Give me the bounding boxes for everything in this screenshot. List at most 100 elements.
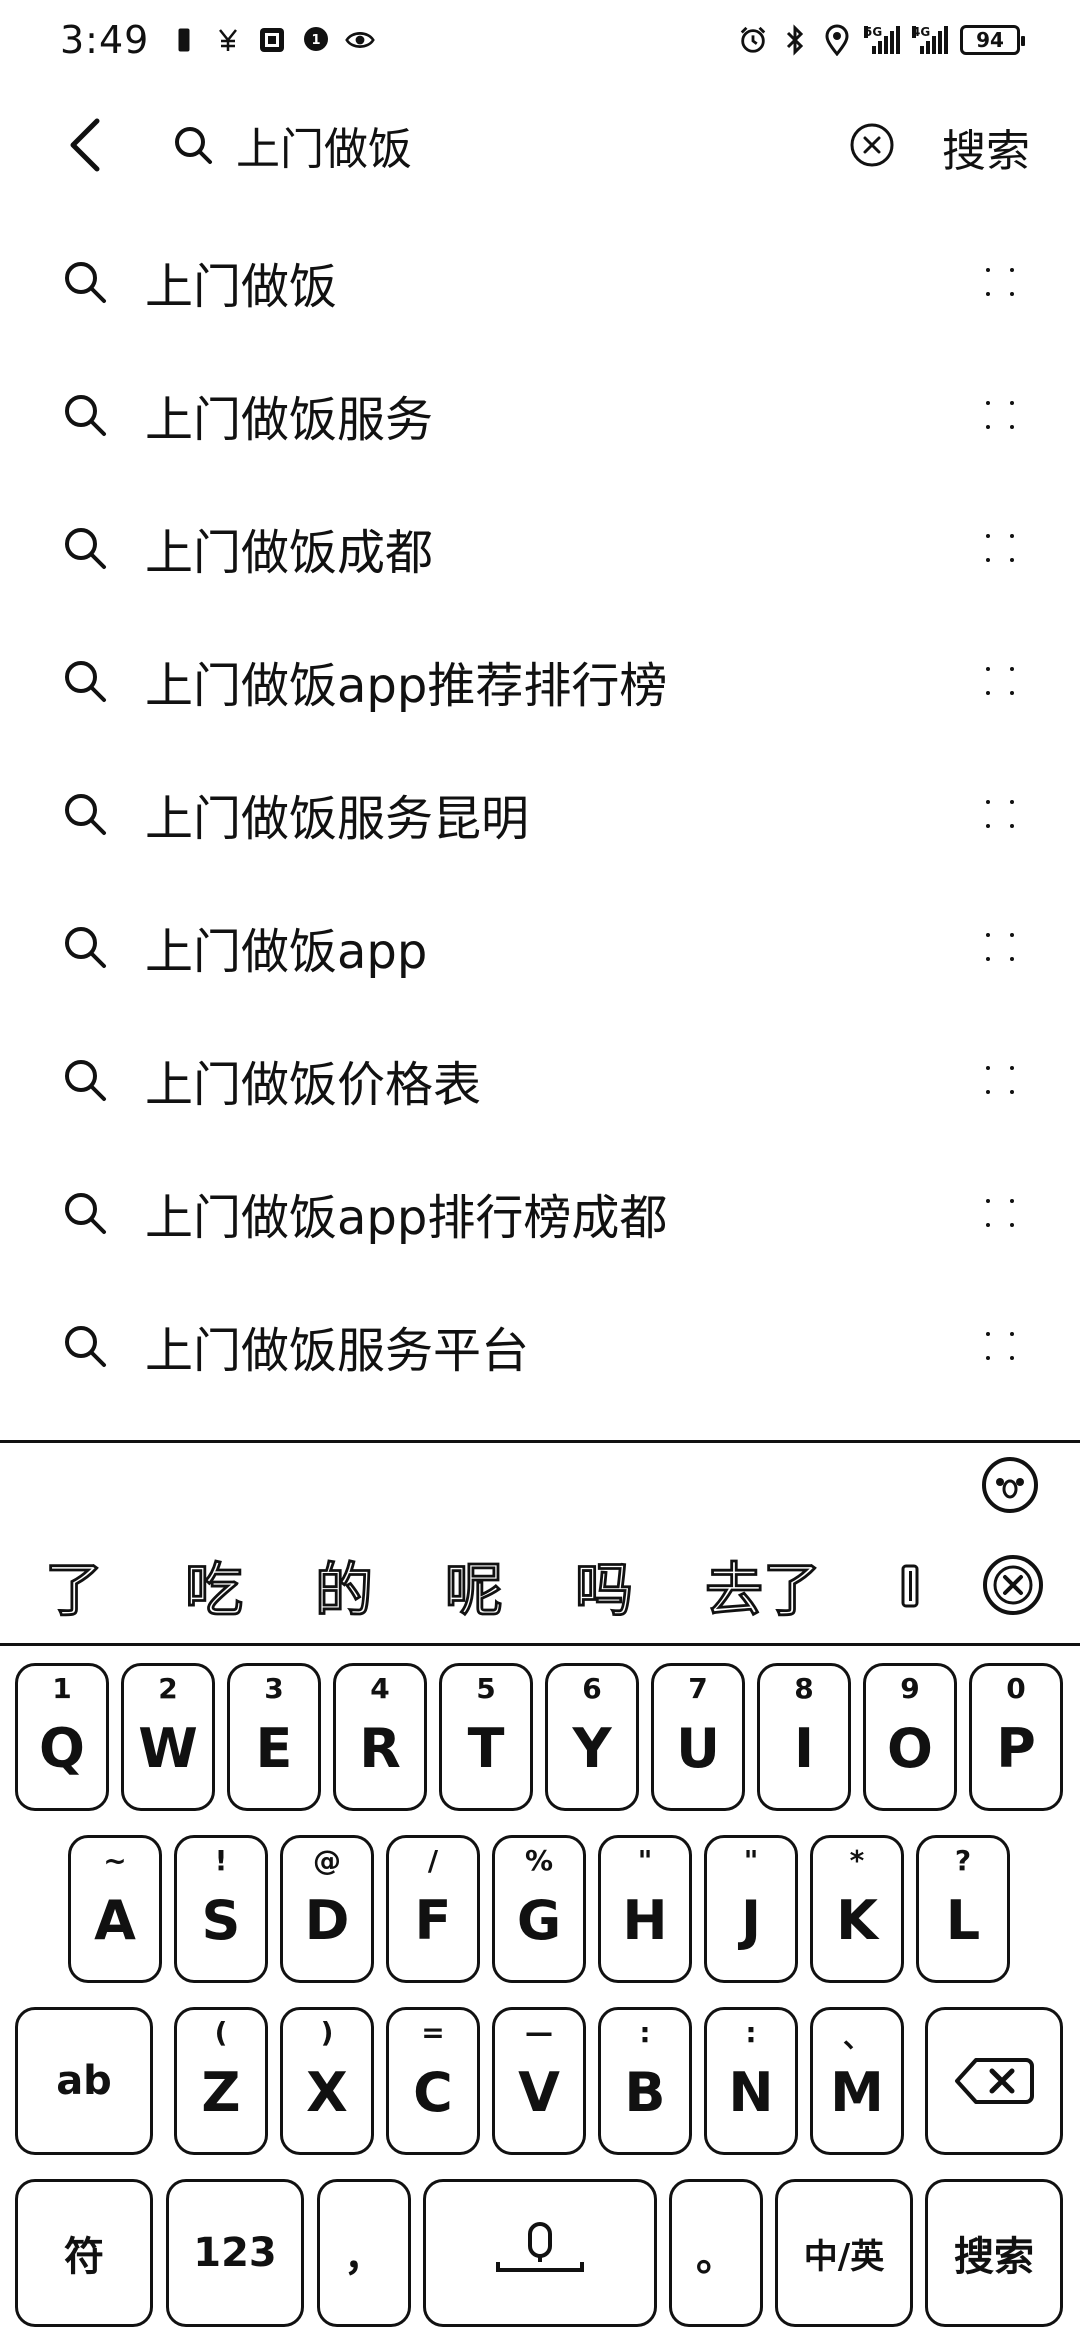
candidate-word[interactable]: 的: [314, 1543, 373, 1627]
fill-arrow-icon[interactable]: [980, 395, 1020, 435]
key-e[interactable]: 3E: [227, 1663, 321, 1811]
key-a[interactable]: ~ A: [68, 1835, 162, 1983]
suggestion-item[interactable]: 上门做饭服务: [0, 348, 1080, 481]
microphone-icon: [496, 2222, 584, 2272]
key-t[interactable]: 5T: [439, 1663, 533, 1811]
key-p[interactable]: 0P: [969, 1663, 1063, 1811]
signal-4g-icon: 4G: [912, 26, 948, 54]
shift-key[interactable]: ab: [15, 2007, 153, 2155]
fill-arrow-icon[interactable]: [980, 661, 1020, 701]
svg-text:1: 1: [312, 33, 321, 48]
search-icon: [60, 523, 110, 573]
search-button[interactable]: 搜索: [942, 115, 1030, 179]
key-g[interactable]: % G: [492, 1835, 586, 1983]
search-header: 搜索: [0, 90, 1080, 200]
search-icon: [60, 390, 110, 440]
backspace-icon: [955, 2058, 1034, 2104]
key-x[interactable]: ) X: [280, 2007, 374, 2155]
candidate-bar: 了 吃 的 呢 吗 去了: [0, 1535, 1080, 1635]
key-w[interactable]: 2W: [121, 1663, 215, 1811]
key-m[interactable]: 、 M: [810, 2007, 904, 2155]
clear-search-button[interactable]: [844, 117, 900, 173]
search-box[interactable]: [160, 105, 900, 185]
space-key[interactable]: [423, 2179, 657, 2327]
search-icon: [60, 1188, 110, 1238]
suggestion-item[interactable]: 上门做饭价格表: [0, 1013, 1080, 1146]
emoji-icon[interactable]: [980, 1455, 1040, 1515]
suggestion-list: 上门做饭 上门做饭服务 上门做饭成都 上门做饭app推荐排行榜 上门做饭服务昆明…: [0, 215, 1080, 1412]
suggestion-item[interactable]: 上门做饭app排行榜成都: [0, 1146, 1080, 1279]
search-icon: [60, 1055, 110, 1105]
key-k[interactable]: * K: [810, 1835, 904, 1983]
cursor-icon: [901, 1564, 919, 1608]
location-icon: [822, 24, 852, 56]
fill-arrow-icon[interactable]: [980, 1193, 1020, 1233]
back-button[interactable]: [50, 110, 120, 180]
notification-icons: 1: [169, 25, 376, 55]
candidate-word[interactable]: 吃: [184, 1543, 243, 1627]
key-q[interactable]: 1Q: [15, 1663, 109, 1811]
key-j[interactable]: " J: [704, 1835, 798, 1983]
fill-arrow-icon[interactable]: [980, 927, 1020, 967]
chat-icon: 1: [301, 25, 331, 55]
backspace-key[interactable]: [925, 2007, 1063, 2155]
clear-icon: [850, 123, 894, 167]
suggestion-text: 上门做饭app推荐排行榜: [145, 657, 668, 714]
key-n[interactable]: :N: [704, 2007, 798, 2155]
candidate-word[interactable]: 去了: [704, 1543, 821, 1627]
key-c[interactable]: = C: [386, 2007, 480, 2155]
comma-key[interactable]: ，: [317, 2179, 411, 2327]
candidate-divider: [0, 1643, 1080, 1646]
language-switch-key[interactable]: 中/英: [775, 2179, 913, 2327]
symbols-key[interactable]: 符: [15, 2179, 153, 2327]
search-icon: [60, 1321, 110, 1371]
fill-arrow-icon[interactable]: [980, 794, 1020, 834]
alarm-icon: [738, 25, 768, 55]
app-icon: [257, 25, 287, 55]
candidate-word[interactable]: 呢: [444, 1543, 503, 1627]
key-o[interactable]: 9O: [863, 1663, 957, 1811]
suggestion-item[interactable]: 上门做饭: [0, 215, 1080, 348]
fill-arrow-icon[interactable]: [980, 262, 1020, 302]
suggestion-item[interactable]: 上门做饭app推荐排行榜: [0, 614, 1080, 747]
collapse-candidates-icon[interactable]: [981, 1553, 1045, 1617]
fill-arrow-icon[interactable]: [980, 528, 1020, 568]
candidate-word[interactable]: 吗: [574, 1543, 633, 1627]
key-r[interactable]: 4R: [333, 1663, 427, 1811]
numbers-key[interactable]: 123: [166, 2179, 304, 2327]
key-i[interactable]: 8I: [757, 1663, 851, 1811]
suggestion-text: 上门做饭成都: [145, 524, 434, 581]
sim-icon: [169, 25, 199, 55]
key-d[interactable]: @ D: [280, 1835, 374, 1983]
bluetooth-icon: [780, 24, 810, 56]
period-key[interactable]: 。: [669, 2179, 763, 2327]
battery-indicator: 94: [960, 25, 1025, 55]
key-f[interactable]: / F: [386, 1835, 480, 1983]
search-icon: [60, 656, 110, 706]
chevron-left-icon: [70, 118, 100, 172]
suggestion-text: 上门做饭价格表: [145, 1056, 482, 1113]
candidate-word[interactable]: 了: [44, 1543, 103, 1627]
eye-icon: [345, 25, 376, 55]
key-h[interactable]: " H: [598, 1835, 692, 1983]
fill-arrow-icon[interactable]: [980, 1326, 1020, 1366]
fill-arrow-icon[interactable]: [980, 1060, 1020, 1100]
key-v[interactable]: — V: [492, 2007, 586, 2155]
key-b[interactable]: :B: [598, 2007, 692, 2155]
key-y[interactable]: 6Y: [545, 1663, 639, 1811]
key-u[interactable]: 7U: [651, 1663, 745, 1811]
suggestion-item[interactable]: 上门做饭成都: [0, 481, 1080, 614]
key-z[interactable]: (Z: [174, 2007, 268, 2155]
suggestion-item[interactable]: 上门做饭服务昆明: [0, 747, 1080, 880]
enter-search-key[interactable]: 搜索: [925, 2179, 1063, 2327]
suggestion-text: 上门做饭: [145, 258, 338, 315]
suggestion-item[interactable]: 上门做饭app: [0, 880, 1080, 1013]
search-icon: [170, 122, 216, 168]
status-bar: 3:49 1 5G 4G 94: [0, 0, 1080, 80]
suggestion-text: 上门做饭服务: [145, 391, 434, 448]
key-l[interactable]: ? L: [916, 1835, 1010, 1983]
suggestion-item[interactable]: 上门做饭服务平台: [0, 1279, 1080, 1412]
keyboard-divider: [0, 1440, 1080, 1443]
key-s[interactable]: ! S: [174, 1835, 268, 1983]
search-input[interactable]: [236, 119, 776, 171]
